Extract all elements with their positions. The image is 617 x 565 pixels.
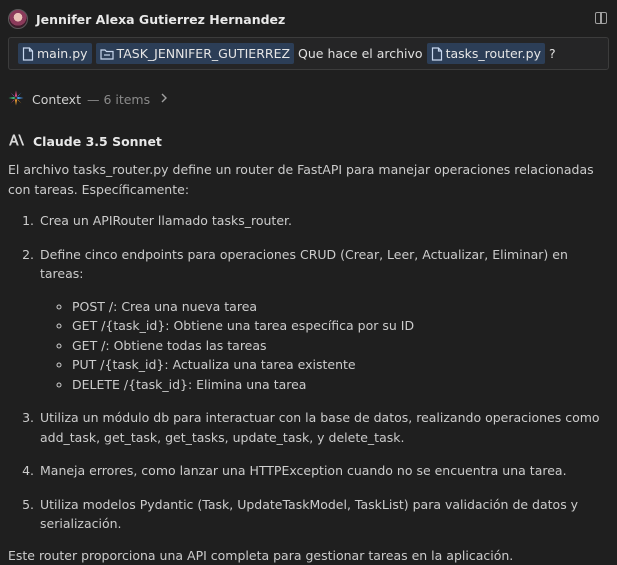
response-intro: El archivo tasks_router.py define un rou…	[8, 160, 612, 199]
endpoint-item: GET /{task_id}: Obtiene una tarea especí…	[72, 316, 612, 336]
chevron-right-icon	[160, 92, 168, 106]
anthropic-logo-icon	[8, 134, 25, 149]
context-toggle[interactable]: Context — 6 items	[8, 89, 168, 109]
model-header: Claude 3.5 Sonnet	[8, 132, 162, 150]
list-item: Define cinco endpoints para operaciones …	[38, 245, 612, 395]
context-label: Context	[32, 92, 81, 107]
attachment-chip-label: TASK_JENNIFER_GUTIERREZ	[117, 46, 290, 61]
user-name: Jennifer Alexa Gutierrez Hernandez	[36, 12, 285, 27]
list-item: Utiliza un módulo db para interactuar co…	[38, 408, 612, 447]
endpoint-item: DELETE /{task_id}: Elimina una tarea	[72, 375, 612, 395]
file-reference-chip[interactable]: tasks_router.py	[427, 43, 545, 64]
prompt-suffix: ?	[549, 46, 556, 61]
user-avatar	[8, 9, 28, 29]
folder-icon	[100, 48, 114, 60]
attachment-chip-folder[interactable]: TASK_JENNIFER_GUTIERREZ	[96, 43, 294, 64]
list-item-text: Utiliza un módulo db para interactuar co…	[40, 410, 600, 445]
list-item: Utiliza modelos Pydantic (Task, UpdateTa…	[38, 495, 612, 534]
file-icon	[22, 47, 34, 61]
endpoint-item: PUT /{task_id}: Actualiza una tarea exis…	[72, 355, 612, 375]
list-item-text: Crea un APIRouter llamado tasks_router.	[40, 213, 292, 228]
user-prompt: main.py TASK_JENNIFER_GUTIERREZ Que hace…	[8, 37, 609, 70]
list-item-text: Define cinco endpoints para operaciones …	[40, 247, 568, 282]
sparkle-icon	[8, 90, 24, 109]
context-item-count: — 6 items	[87, 92, 150, 107]
endpoint-item: GET /: Obtiene todas las tareas	[72, 336, 612, 356]
split-panel-icon[interactable]	[595, 12, 607, 24]
prompt-text: Que hace el archivo	[298, 46, 423, 61]
chat-header: Jennifer Alexa Gutierrez Hernandez	[8, 8, 609, 30]
model-name: Claude 3.5 Sonnet	[33, 134, 162, 149]
endpoint-item: POST /: Crea una nueva tarea	[72, 297, 612, 317]
list-item: Maneja errores, como lanzar una HTTPExce…	[38, 461, 612, 481]
list-item-text: Maneja errores, como lanzar una HTTPExce…	[40, 463, 567, 478]
list-item: Crea un APIRouter llamado tasks_router.	[38, 211, 612, 231]
file-reference-label: tasks_router.py	[446, 46, 541, 61]
list-item-text: Utiliza modelos Pydantic (Task, UpdateTa…	[40, 497, 578, 532]
attachment-chip-main-py[interactable]: main.py	[18, 43, 92, 64]
response-conclusion: Este router proporciona una API completa…	[8, 546, 612, 565]
response-steps: Crea un APIRouter llamado tasks_router. …	[8, 211, 612, 534]
attachment-chip-label: main.py	[37, 46, 88, 61]
file-icon	[431, 47, 443, 61]
endpoint-list: POST /: Crea una nueva tarea GET /{task_…	[40, 297, 612, 395]
assistant-response: El archivo tasks_router.py define un rou…	[8, 160, 612, 565]
